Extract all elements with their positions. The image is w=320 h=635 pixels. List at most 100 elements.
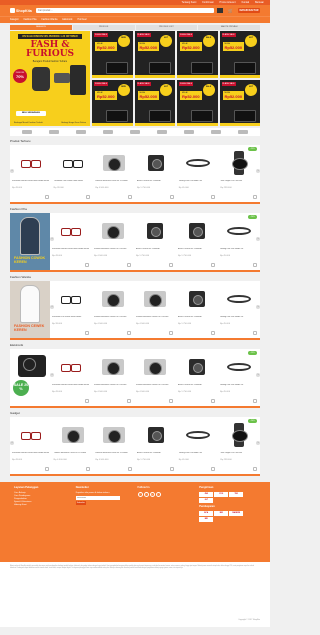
thumb-7[interactable] bbox=[184, 130, 195, 134]
carousel-prev-icon[interactable]: ‹ bbox=[50, 305, 54, 309]
carousel-next-icon[interactable]: › bbox=[256, 373, 260, 377]
carousel-next-icon[interactable]: › bbox=[256, 305, 260, 309]
product-card[interactable]: Kamera Mirrorless Lensa Kit 15-45mm Rp 4.… bbox=[92, 349, 134, 406]
product-card[interactable]: Action Camera 4K Tahan Air Rp 1.750.000 bbox=[135, 145, 177, 202]
section-promo-banner[interactable]: FASHION COWOK KEREN bbox=[10, 213, 50, 270]
offer-card[interactable]: FLASH SALE HOT MULAI Rp52.000 bbox=[134, 31, 175, 78]
carousel-prev-icon[interactable]: ‹ bbox=[10, 441, 14, 445]
carousel-next-icon[interactable]: › bbox=[256, 441, 260, 445]
cart-icon[interactable]: 🛒 bbox=[227, 8, 234, 13]
product-card[interactable]: Kacamata Wanita Frame Bulat Model Korea R… bbox=[50, 213, 92, 270]
search-button[interactable] bbox=[217, 8, 223, 13]
nav-item[interactable]: Kategori bbox=[10, 19, 19, 21]
carousel-next-icon[interactable]: › bbox=[256, 237, 260, 241]
topbar-link[interactable]: Konfirmasi bbox=[202, 1, 213, 4]
logo[interactable]: ShopKita bbox=[10, 8, 32, 13]
add-to-cart-icon[interactable] bbox=[211, 331, 215, 335]
product-card[interactable]: Gelang Kulit Pria Model Tali Rp 45.000 -20… bbox=[218, 213, 260, 270]
product-card[interactable]: Kacamata Pria Frame Kotak Hitam Rp 39.000 bbox=[50, 281, 92, 338]
thumb-9[interactable] bbox=[238, 130, 249, 134]
add-to-cart-icon[interactable] bbox=[128, 467, 133, 471]
product-card[interactable]: Action Camera 4K Tahan Air Rp 1.750.000 bbox=[134, 213, 176, 270]
add-to-cart-icon[interactable] bbox=[211, 195, 216, 199]
add-to-cart-icon[interactable] bbox=[86, 467, 91, 471]
carousel-prev-icon[interactable]: ‹ bbox=[50, 373, 54, 377]
product-card[interactable]: Kamera Mirrorless Lensa Kit 15-45mm Rp 4.… bbox=[134, 349, 176, 406]
offer-card[interactable]: FLASH SALE NEW MULAI Rp52.000 bbox=[92, 79, 133, 126]
offer-card[interactable]: FLASH SALE SALE MULAI Rp52.000 bbox=[177, 79, 218, 126]
carousel-prev-icon[interactable]: ‹ bbox=[10, 169, 14, 173]
carousel-prev-icon[interactable]: ‹ bbox=[50, 237, 54, 241]
add-to-cart-icon[interactable] bbox=[85, 331, 89, 335]
product-card[interactable]: Action Camera 4K Tahan Air Rp 1.750.000 bbox=[176, 281, 218, 338]
topbar-link[interactable]: Promo & Event bbox=[220, 1, 236, 4]
product-card[interactable]: Kacamata Wanita Frame Bulat Model Korea R… bbox=[50, 349, 92, 406]
add-to-cart-icon[interactable] bbox=[169, 467, 174, 471]
add-to-cart-icon[interactable] bbox=[127, 263, 131, 267]
social-icon[interactable]: g bbox=[149, 492, 155, 497]
offer-card[interactable]: FLASH SALE SALE MULAI Rp52.000 bbox=[177, 31, 218, 78]
nav-item[interactable]: Hot Deal bbox=[77, 19, 86, 21]
add-to-cart-icon[interactable] bbox=[86, 195, 91, 199]
offer-card[interactable]: FLASH SALE HOT MULAI Rp52.000 bbox=[134, 79, 175, 126]
thumb-3[interactable] bbox=[75, 130, 86, 134]
product-card[interactable]: Gelang Kulit Pria Model Tali Rp 45.000 bbox=[177, 145, 219, 202]
nav-item[interactable]: Fashion Pria bbox=[24, 19, 37, 21]
add-to-cart-icon[interactable] bbox=[44, 467, 49, 471]
product-card[interactable]: Kacamata Wanita Frame Bulat Model Korea R… bbox=[10, 145, 52, 202]
search-input[interactable] bbox=[38, 9, 212, 12]
add-to-cart-icon[interactable] bbox=[85, 399, 89, 403]
footer-link[interactable]: Hubungi Kami bbox=[14, 504, 71, 507]
product-card[interactable]: Action Camera 4K Tahan Air Rp 1.750.000 bbox=[135, 417, 177, 474]
thumb-4[interactable] bbox=[102, 130, 113, 134]
offer-card[interactable]: FLASH SALE NEW MULAI Rp52.000 bbox=[92, 31, 133, 78]
product-card[interactable]: Gelang Kulit Pria Model Tali Rp 45.000 bbox=[177, 417, 219, 474]
add-to-cart-icon[interactable] bbox=[169, 399, 173, 403]
add-to-cart-icon[interactable] bbox=[169, 263, 173, 267]
product-card[interactable]: Kamera Mirrorless Lensa Kit 15-45mm Rp 4.… bbox=[93, 145, 135, 202]
add-to-cart-icon[interactable] bbox=[211, 399, 215, 403]
add-to-cart-icon[interactable] bbox=[169, 195, 174, 199]
social-icon[interactable]: f bbox=[137, 492, 143, 497]
product-card[interactable]: Kamera Mirrorless Lensa Kit 15-45mm Rp 4.… bbox=[93, 417, 135, 474]
nav-item[interactable]: Elektronik bbox=[62, 19, 72, 21]
thumb-8[interactable] bbox=[211, 130, 222, 134]
main-banner[interactable]: ON SALE DISKON 50% PERIODE 1-30 OKTOBER … bbox=[10, 31, 90, 126]
add-to-cart-icon[interactable] bbox=[127, 399, 131, 403]
add-to-cart-icon[interactable] bbox=[253, 263, 257, 267]
banner-tab[interactable]: SAKITE PRIVASI bbox=[198, 25, 260, 30]
nav-item[interactable]: Fashion Wanita bbox=[41, 19, 57, 21]
product-card[interactable]: Kacamata Wanita Frame Bulat Model Korea R… bbox=[10, 417, 52, 474]
topbar-link[interactable]: Kontak bbox=[242, 1, 249, 4]
social-icon[interactable]: i bbox=[155, 492, 161, 497]
product-card[interactable]: Jam Tangan Pria Tali Kulit Rp 299.000 -20% bbox=[218, 417, 260, 474]
thumb-5[interactable] bbox=[129, 130, 140, 134]
add-to-cart-icon[interactable] bbox=[44, 195, 49, 199]
add-to-cart-icon[interactable] bbox=[253, 195, 258, 199]
buy-now-button[interactable]: BELI SEKARANG bbox=[16, 111, 46, 116]
product-card[interactable]: Kamera Mirrorless Lensa Kit 15-45mm Rp 4.… bbox=[92, 213, 134, 270]
add-to-cart-icon[interactable] bbox=[211, 467, 216, 471]
add-to-cart-icon[interactable] bbox=[128, 195, 133, 199]
carousel-next-icon[interactable]: › bbox=[256, 169, 260, 173]
newsletter-email-input[interactable] bbox=[75, 496, 120, 500]
login-button[interactable]: MASUK/DAFTAR bbox=[238, 8, 260, 13]
thumb-6[interactable] bbox=[157, 130, 168, 134]
product-card[interactable]: Action Camera 4K Tahan Air Rp 1.750.000 bbox=[176, 349, 218, 406]
subscribe-button[interactable]: Subscribe bbox=[75, 501, 86, 505]
offer-card[interactable]: FLASH SALE HOT MULAI Rp52.000 bbox=[219, 31, 260, 78]
add-to-cart-icon[interactable] bbox=[211, 263, 215, 267]
product-card[interactable]: Kamera Mirrorless Lensa Kit 15-45mm Rp 4.… bbox=[92, 281, 134, 338]
product-card[interactable]: Jam Tangan Pria Tali Kulit Rp 299.000 -25% bbox=[218, 145, 260, 202]
product-card[interactable]: Kamera Mirrorless Lensa Kit 15-45mm Rp 4.… bbox=[52, 417, 94, 474]
banner-tab[interactable]: PRODUK bbox=[72, 25, 135, 30]
banner-tab[interactable]: PRODUK LIST bbox=[135, 25, 198, 30]
topbar-link[interactable]: Bantuan bbox=[255, 1, 264, 4]
banner-tab[interactable]: FASHION bbox=[10, 25, 72, 30]
section-promo-banner[interactable]: FASHION CEWEK KEREN bbox=[10, 281, 50, 338]
product-card[interactable]: Kamera Mirrorless Lensa Kit 15-45mm Rp 4.… bbox=[134, 281, 176, 338]
thumb-2[interactable] bbox=[48, 130, 59, 134]
add-to-cart-icon[interactable] bbox=[85, 263, 89, 267]
social-icon[interactable]: t bbox=[143, 492, 149, 497]
product-card[interactable]: Gelang Kulit Pria Model Tali Rp 45.000 -15… bbox=[218, 349, 260, 406]
